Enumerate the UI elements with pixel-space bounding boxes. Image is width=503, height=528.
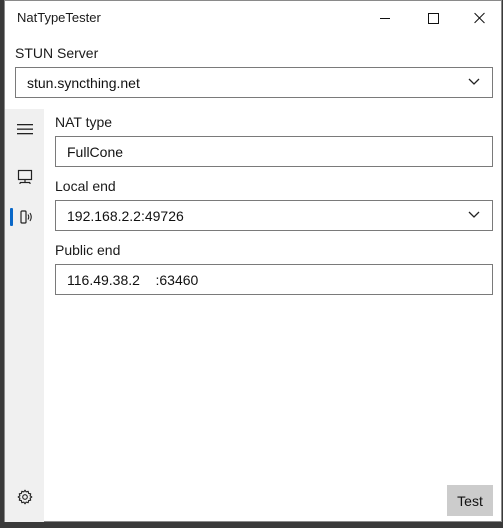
nat-type-label: NAT type: [55, 114, 113, 130]
sidebar-item-nat-test[interactable]: [5, 199, 44, 235]
public-end-value: 116.49.38.2 :63460: [67, 271, 199, 288]
wifi-device-icon: [19, 210, 32, 224]
close-icon: [474, 12, 486, 24]
public-end-field[interactable]: 116.49.38.2 :63460: [55, 264, 493, 295]
local-end-label: Local end: [55, 178, 116, 194]
app-window: NatTypeTester STUN Server stun.syncthing…: [4, 0, 502, 522]
hamburger-menu-button[interactable]: [5, 111, 44, 147]
maximize-button[interactable]: [410, 1, 456, 35]
navigation-sidebar: [5, 109, 44, 522]
close-button[interactable]: [457, 1, 503, 35]
local-end-value: 192.168.2.2:49726: [67, 207, 184, 224]
local-end-combobox[interactable]: 192.168.2.2:49726: [55, 200, 493, 231]
maximize-icon: [427, 12, 439, 24]
minimize-button[interactable]: [362, 1, 408, 35]
hamburger-menu-icon: [16, 124, 33, 135]
nat-type-value: FullCone: [67, 143, 124, 160]
stun-server-combobox[interactable]: stun.syncthing.net: [15, 67, 493, 98]
minimize-icon: [380, 17, 390, 19]
stun-server-value: stun.syncthing.net: [27, 74, 140, 91]
nat-type-field[interactable]: FullCone: [55, 136, 493, 167]
gear-icon: [17, 489, 32, 505]
chevron-down-icon: [468, 78, 480, 88]
public-end-label: Public end: [55, 242, 121, 258]
sidebar-item-network[interactable]: [5, 159, 44, 195]
chevron-down-icon: [468, 211, 480, 221]
stun-server-label: STUN Server: [15, 45, 99, 61]
window-title: NatTypeTester: [17, 10, 101, 25]
title-bar[interactable]: NatTypeTester: [5, 1, 501, 35]
test-button[interactable]: Test: [447, 485, 493, 516]
network-computer-icon: [17, 169, 32, 184]
settings-button[interactable]: [5, 479, 44, 515]
